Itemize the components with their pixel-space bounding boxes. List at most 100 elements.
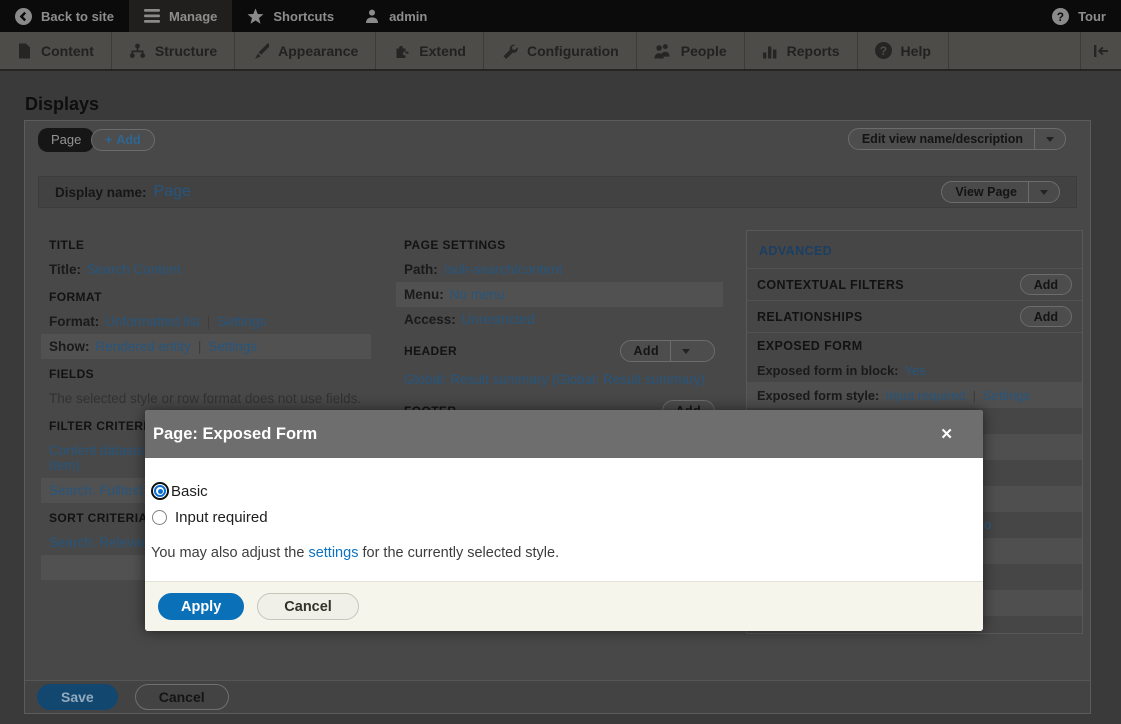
collapse-left-icon <box>1093 44 1109 58</box>
access-row: Access:Unrestricted <box>396 307 723 332</box>
radio-option-input-required[interactable]: Input required <box>151 509 967 526</box>
clipped-link-fragment: o <box>984 517 991 532</box>
menu-item-label: Reports <box>787 43 840 59</box>
exposed-style-label: Exposed form style: <box>757 388 879 403</box>
back-to-site-label: Back to site <box>41 9 114 24</box>
title-row: Title: Search Content <box>41 257 371 282</box>
add-display-label: Add <box>116 133 140 147</box>
menu-item-reports[interactable]: Reports <box>745 32 858 69</box>
tour-label: Tour <box>1078 9 1106 24</box>
menu-item-content[interactable]: Content <box>0 32 112 69</box>
section-format-header: FORMAT <box>41 282 371 309</box>
view-page-button[interactable]: View Page <box>941 181 1060 203</box>
chevron-down-icon <box>1046 137 1054 142</box>
relationships-row: RELATIONSHIPS Add <box>747 300 1082 332</box>
menu-item-appearance[interactable]: Appearance <box>235 32 376 69</box>
modal-cancel-button[interactable]: Cancel <box>257 593 359 620</box>
title-value-link[interactable]: Search Content <box>87 262 181 277</box>
modal-note: You may also adjust the settings for the… <box>151 545 967 561</box>
exposed-style-link[interactable]: Input required <box>885 388 965 403</box>
menu-label: Menu: <box>404 287 444 302</box>
section-title-header: TITLE <box>41 230 371 257</box>
section-fields-header: FIELDS <box>41 359 371 386</box>
apply-button[interactable]: Apply <box>158 593 244 620</box>
contextual-filters-label: CONTEXTUAL FILTERS <box>757 278 904 292</box>
wrench-icon <box>501 43 518 59</box>
exposed-style-settings-link[interactable]: Settings <box>983 388 1030 403</box>
admin-user-button[interactable]: admin <box>349 0 442 32</box>
show-settings-link[interactable]: Settings <box>208 339 257 354</box>
admin-user-label: admin <box>389 9 427 24</box>
display-name-bar: Display name: Page View Page <box>38 176 1077 208</box>
exposed-form-modal: Page: Exposed Form ✕ Basic Input require… <box>145 410 983 631</box>
back-to-site-button[interactable]: Back to site <box>0 0 129 32</box>
cancel-button[interactable]: Cancel <box>135 684 229 710</box>
save-button[interactable]: Save <box>37 684 118 710</box>
edit-view-name-button[interactable]: Edit view name/description <box>848 128 1066 150</box>
bar-chart-icon <box>762 43 778 59</box>
svg-text:?: ? <box>879 45 886 58</box>
shortcuts-label: Shortcuts <box>273 9 334 24</box>
show-label: Show: <box>49 339 90 354</box>
close-icon[interactable]: ✕ <box>940 425 953 443</box>
menu-item-help[interactable]: ? Help <box>858 32 949 69</box>
admin-menu-bar: Content Structure Appearance Extend Conf… <box>0 32 1121 71</box>
hamburger-icon <box>144 9 160 23</box>
radio-option-basic[interactable]: Basic <box>151 482 967 500</box>
menu-row: Menu: No menu <box>396 282 723 307</box>
exposed-form-label: EXPOSED FORM <box>757 339 863 353</box>
manage-label: Manage <box>169 9 217 24</box>
header-section-label: HEADER <box>404 344 457 358</box>
exposed-block-link[interactable]: Yes <box>905 363 926 378</box>
separator: | <box>207 314 211 329</box>
menu-item-structure[interactable]: Structure <box>112 32 235 69</box>
menu-item-label: Configuration <box>527 43 619 59</box>
edit-view-name-label: Edit view name/description <box>862 132 1023 146</box>
tab-page-display[interactable]: Page <box>38 128 94 152</box>
puzzle-icon <box>393 43 410 59</box>
edit-view-name-dropdown[interactable] <box>1034 129 1065 149</box>
path-label: Path: <box>404 262 438 277</box>
settings-link[interactable]: settings <box>308 545 358 561</box>
menu-item-extend[interactable]: Extend <box>376 32 484 69</box>
menu-link[interactable]: No menu <box>450 287 505 302</box>
help-circle-icon: ? <box>1052 8 1069 25</box>
shortcuts-button[interactable]: Shortcuts <box>232 0 349 32</box>
sitemap-icon <box>129 43 146 59</box>
header-add-dropdown[interactable] <box>670 341 701 361</box>
contextual-filters-add-button[interactable]: Add <box>1020 274 1072 295</box>
radio-selected-icon[interactable] <box>151 482 169 500</box>
tour-button[interactable]: ? Tour <box>1037 0 1121 32</box>
add-label: Add <box>1034 310 1058 324</box>
format-settings-link[interactable]: Settings <box>217 314 266 329</box>
header-add-button[interactable]: Add <box>620 340 716 362</box>
global-result-summary-link[interactable]: Global: Result summary (Global: Result s… <box>404 372 705 387</box>
radio-unselected-icon[interactable] <box>152 510 167 525</box>
menu-item-label: People <box>681 43 727 59</box>
path-link[interactable]: /solr-search/content <box>444 262 563 277</box>
title-label: Title: <box>49 262 81 277</box>
display-name-link[interactable]: Page <box>154 183 191 201</box>
view-page-dropdown[interactable] <box>1028 182 1059 202</box>
svg-text:?: ? <box>1057 10 1064 23</box>
view-page-label: View Page <box>955 185 1017 199</box>
modal-footer: Apply Cancel <box>145 581 983 631</box>
radio-input-required-label: Input required <box>175 509 268 526</box>
filter-link-line2: Item) <box>49 458 80 473</box>
chevron-down-icon <box>682 349 690 354</box>
add-display-button[interactable]: + Add <box>91 129 155 151</box>
fields-note: The selected style or row format does no… <box>41 386 371 411</box>
format-value-link[interactable]: Unformatted list <box>105 314 200 329</box>
relationships-add-button[interactable]: Add <box>1020 306 1072 327</box>
file-icon <box>17 43 32 59</box>
menu-item-label: Appearance <box>278 43 358 59</box>
advanced-summary[interactable]: ADVANCED <box>747 231 1082 268</box>
toolbar-orientation-toggle[interactable] <box>1080 32 1121 69</box>
menu-item-people[interactable]: People <box>637 32 745 69</box>
access-link[interactable]: Unrestricted <box>462 312 535 327</box>
manage-button[interactable]: Manage <box>129 0 232 32</box>
people-icon <box>654 43 672 59</box>
separator: | <box>973 388 976 403</box>
show-value-link[interactable]: Rendered entity <box>96 339 191 354</box>
menu-item-configuration[interactable]: Configuration <box>484 32 637 69</box>
